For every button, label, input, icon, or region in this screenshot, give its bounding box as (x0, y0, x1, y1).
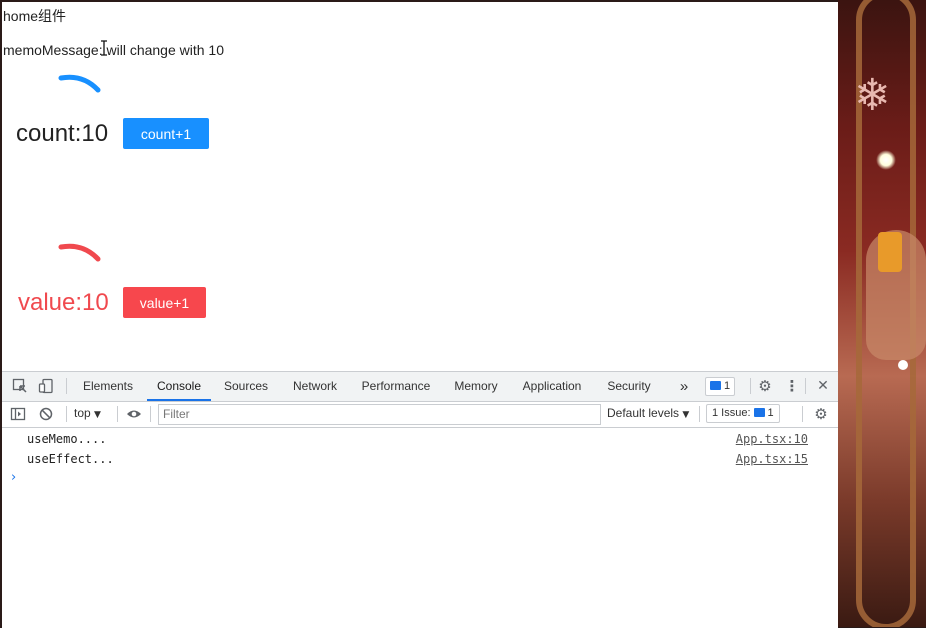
more-options-icon[interactable]: ⋮ (784, 378, 800, 394)
filterbar-separator (150, 406, 151, 422)
tabbar-separator (66, 378, 67, 394)
filterbar-separator (802, 406, 803, 422)
snowman-hat-decoration (878, 232, 902, 272)
eye-icon[interactable] (126, 406, 142, 422)
issues-count: 1 (767, 407, 774, 419)
snowflake-decoration: ❄ (854, 70, 891, 121)
context-selector[interactable]: top ▼ (74, 406, 101, 420)
chevron-down-icon: ▼ (94, 410, 101, 420)
inspect-element-icon[interactable] (12, 378, 28, 394)
app-page: home组件 memoMessage: will change with 10 … (2, 2, 838, 371)
clear-console-icon[interactable] (38, 406, 54, 422)
value-spinner-icon (58, 243, 101, 262)
tab-memory[interactable]: Memory (452, 372, 500, 401)
console-log-list: useMemo.... App.tsx:10 useEffect... App.… (2, 428, 838, 468)
console-filterbar: top ▼ Filter Default levels ▼ 1 Issue: 1 … (2, 402, 838, 428)
issue-message-icon (753, 408, 765, 417)
log-entry: useMemo.... App.tsx:10 (2, 428, 838, 448)
tab-elements[interactable]: Elements (82, 372, 134, 401)
light-dot (898, 360, 908, 370)
light-glow (876, 150, 896, 170)
filter-input[interactable]: Filter (158, 404, 601, 425)
filterbar-separator (699, 406, 700, 422)
tab-network[interactable]: Network (290, 372, 340, 401)
home-title: home组件 (3, 8, 67, 24)
tab-sources[interactable]: Sources (222, 372, 270, 401)
close-icon[interactable]: ✕ (815, 378, 831, 394)
count-label: count:10 (16, 120, 109, 147)
count-spinner-icon (58, 74, 101, 93)
messages-count: 1 (724, 380, 731, 392)
tab-performance[interactable]: Performance (360, 372, 432, 401)
tab-application[interactable]: Application (520, 372, 584, 401)
desktop-background: ❄ (838, 0, 926, 627)
tabbar-separator (750, 378, 751, 394)
issues-label: 1 Issue: (712, 407, 751, 419)
settings-gear-icon[interactable]: ⚙ (757, 378, 773, 394)
text-cursor-icon (101, 40, 107, 56)
filterbar-separator (66, 406, 67, 422)
more-tabs-icon[interactable]: » (676, 372, 692, 401)
chevron-down-icon: ▼ (682, 410, 690, 420)
tab-console[interactable]: Console (147, 372, 211, 401)
log-levels-dropdown[interactable]: Default levels ▼ (607, 406, 689, 420)
console-settings-gear-icon[interactable]: ⚙ (813, 406, 829, 422)
devtools-panel: Elements Console Sources Network Perform… (2, 371, 838, 628)
value-label: value:10 (18, 289, 109, 316)
log-message: useMemo.... (27, 432, 107, 446)
sidebar-toggle-icon[interactable] (10, 406, 26, 422)
device-toggle-icon[interactable] (38, 378, 54, 394)
log-levels-value: Default levels (607, 406, 680, 420)
count-increment-button[interactable]: count+1 (123, 118, 209, 149)
log-source-link[interactable]: App.tsx:15 (736, 452, 808, 466)
filterbar-separator (117, 406, 118, 422)
value-increment-button[interactable]: value+1 (123, 287, 206, 318)
issues-badge[interactable]: 1 Issue: 1 (706, 404, 780, 423)
context-value: top (74, 406, 91, 420)
log-entry: useEffect... App.tsx:15 (2, 448, 838, 468)
messages-badge[interactable]: 1 (705, 377, 736, 396)
log-source-link[interactable]: App.tsx:10 (736, 432, 808, 446)
browser-viewport: home组件 memoMessage: will change with 10 … (2, 2, 838, 628)
memo-message: memoMessage: will change with 10 (3, 42, 224, 58)
console-prompt-icon[interactable]: › (11, 470, 16, 485)
message-icon (710, 381, 721, 390)
tab-security[interactable]: Security (604, 372, 654, 401)
tabbar-separator (805, 378, 806, 394)
log-message: useEffect... (27, 452, 114, 466)
devtools-tabbar: Elements Console Sources Network Perform… (2, 372, 838, 402)
